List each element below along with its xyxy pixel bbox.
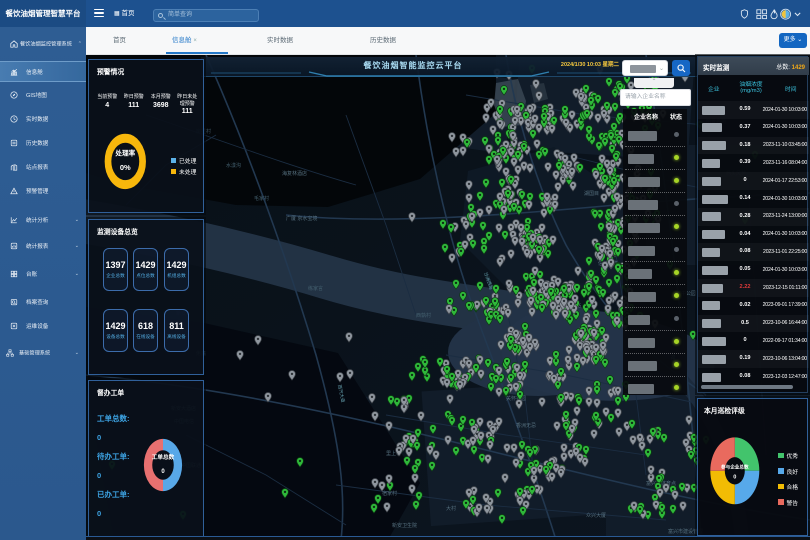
svg-text:参与企业总数: 参与企业总数 [721, 464, 749, 471]
svg-text:0%: 0% [120, 163, 131, 172]
svg-text:0: 0 [733, 475, 736, 481]
svg-text:广厦 京水宝境: 广厦 京水宝境 [286, 215, 317, 222]
svg-text:宿家村: 宿家村 [382, 490, 397, 497]
svg-text:练家言: 练家言 [308, 285, 323, 292]
svg-text:海复林酒店: 海复林酒店 [282, 170, 307, 177]
svg-text:毛家村: 毛家村 [254, 195, 269, 202]
svg-text:0: 0 [161, 469, 165, 475]
svg-text:水漾沟: 水漾沟 [226, 162, 241, 169]
svg-text:工单总数: 工单总数 [152, 453, 175, 461]
svg-text:西孰村: 西孰村 [416, 312, 431, 319]
svg-text:处理率: 处理率 [114, 149, 135, 158]
svg-text:湖国目: 湖国目 [584, 190, 599, 197]
svg-text:新安卫生院: 新安卫生院 [392, 522, 417, 529]
svg-text:众兴大厦: 众兴大厦 [586, 512, 606, 519]
svg-text:大村: 大村 [446, 505, 456, 512]
svg-text:香洲无忌: 香洲无忌 [516, 422, 536, 429]
